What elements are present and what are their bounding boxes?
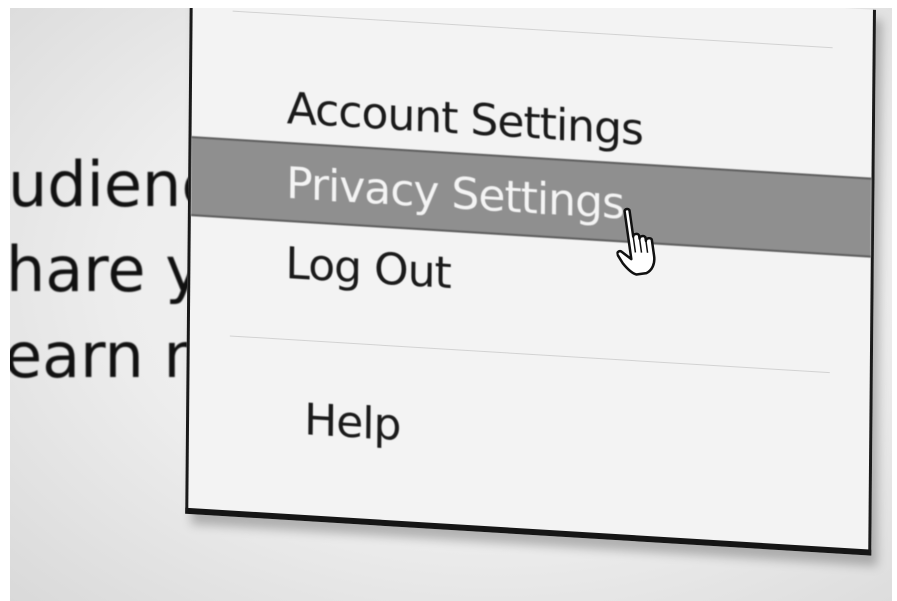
menu-item-help[interactable]: Help [189,373,870,495]
dropdown-menu: Account Settings Privacy Settings Log Ou… [185,8,876,556]
photo: udience hare yo earn mo Account Settings… [0,0,897,601]
hand-pointer-icon [616,207,656,276]
menu-separator [232,10,833,49]
menu-separator [229,335,830,374]
screen: udience hare yo earn mo Account Settings… [10,8,892,601]
dropdown-menu-wrapper: Account Settings Privacy Settings Log Ou… [10,8,892,601]
